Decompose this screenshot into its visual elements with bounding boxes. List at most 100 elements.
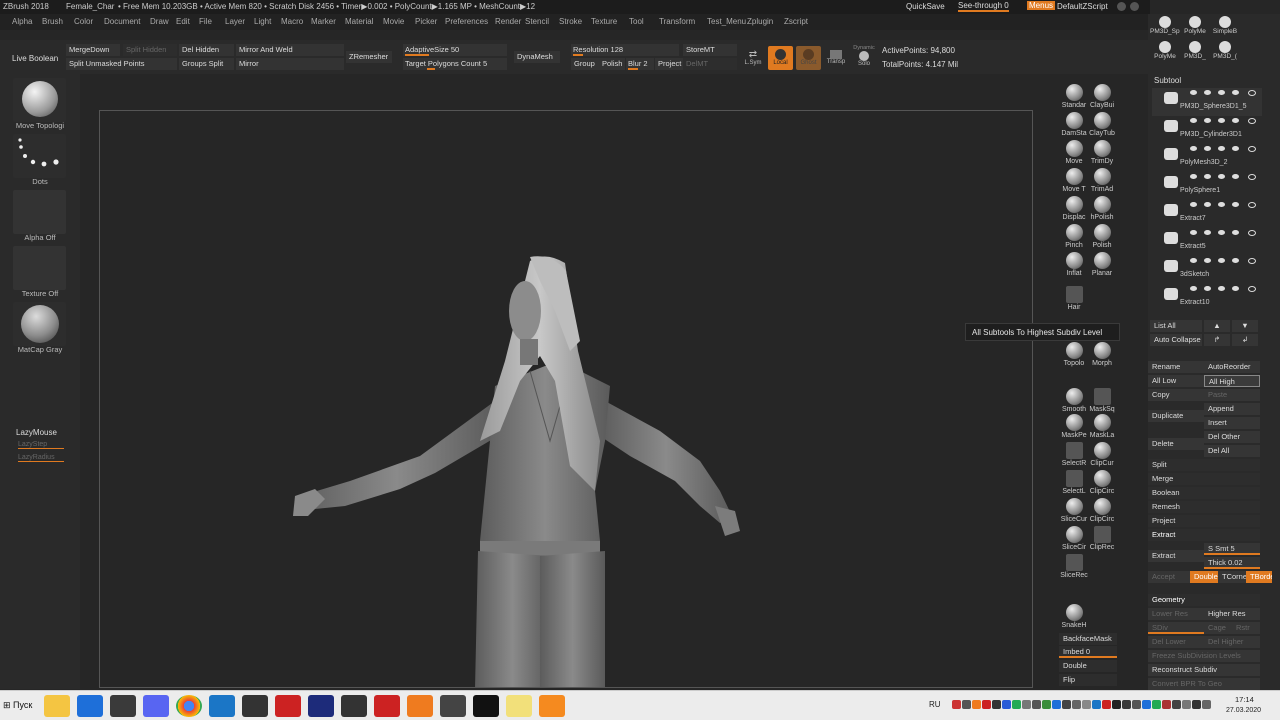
tray-16-icon[interactable] xyxy=(1102,700,1111,709)
transp-button[interactable]: Transp xyxy=(824,50,848,65)
menu-texture[interactable]: Texture xyxy=(591,17,629,26)
clock-date[interactable]: 27.03.2020 xyxy=(1226,707,1261,714)
list-all-button[interactable]: List All xyxy=(1150,320,1202,332)
menu-test-menu[interactable]: Test_Menu xyxy=(707,17,747,26)
geometry-section[interactable]: Geometry xyxy=(1148,594,1260,606)
menus-button[interactable]: Menus xyxy=(1027,1,1056,10)
default-zscript-button[interactable]: DefaultZScript xyxy=(1057,2,1108,11)
menu-zscript[interactable]: Zscript xyxy=(784,17,818,26)
brush-slicecur[interactable]: SliceCur xyxy=(1059,498,1089,523)
mari-icon[interactable] xyxy=(473,695,499,717)
tray-6-icon[interactable] xyxy=(1002,700,1011,709)
brush-clipcirc[interactable]: ClipCirc xyxy=(1087,470,1117,495)
visibility-eye-icon[interactable] xyxy=(1248,146,1256,152)
subtool-item[interactable]: PolySphere1 xyxy=(1152,172,1262,200)
brush-damsta[interactable]: DamSta xyxy=(1059,112,1089,137)
menu-zplugin[interactable]: Zplugin xyxy=(747,17,784,26)
brush-standar[interactable]: Standar xyxy=(1059,84,1089,109)
kali-icon[interactable] xyxy=(110,695,136,717)
project-section[interactable]: Project xyxy=(1148,515,1260,527)
tray-22-icon[interactable] xyxy=(1162,700,1171,709)
rstr-button[interactable]: Rstr xyxy=(1232,622,1260,634)
vlc-icon[interactable] xyxy=(539,695,565,717)
start-button[interactable]: ⊞ Пуск xyxy=(3,700,32,711)
higher-res-button[interactable]: Higher Res xyxy=(1204,608,1260,620)
tray-17-icon[interactable] xyxy=(1112,700,1121,709)
del-lower-button[interactable]: Del Lower xyxy=(1148,636,1204,648)
visibility-eye-icon[interactable] xyxy=(1248,202,1256,208)
brush-masksq[interactable]: MaskSq xyxy=(1087,388,1117,413)
mirror-and-weld-button[interactable]: Mirror And Weld xyxy=(236,44,344,56)
delmt-button[interactable]: DelMT xyxy=(683,58,737,70)
menu-stroke[interactable]: Stroke xyxy=(559,17,591,26)
app-icon[interactable] xyxy=(275,695,301,717)
brush-maskpe[interactable]: MaskPe xyxy=(1059,414,1089,439)
accept-button[interactable]: Accept xyxy=(1148,571,1190,583)
alpha-slot[interactable] xyxy=(13,190,66,234)
tray-14-icon[interactable] xyxy=(1082,700,1091,709)
s-smt-slider[interactable]: S Smt 5 xyxy=(1204,543,1260,555)
delete-button[interactable]: Delete xyxy=(1148,438,1204,450)
subtool-toggle-icon[interactable] xyxy=(1204,258,1211,263)
help-icon[interactable] xyxy=(1117,2,1126,11)
subtool-toggle-icon[interactable] xyxy=(1190,258,1197,263)
boolean-section[interactable]: Boolean xyxy=(1148,487,1260,499)
subtool-toggle-icon[interactable] xyxy=(1190,230,1197,235)
subtool-toggle-icon[interactable] xyxy=(1190,146,1197,151)
convert-bpr-button[interactable]: Convert BPR To Geo xyxy=(1148,678,1260,690)
subtool-toggle-icon[interactable] xyxy=(1204,174,1211,179)
move-up-arrow-icon[interactable]: ▲ xyxy=(1204,320,1230,332)
menu-marker[interactable]: Marker xyxy=(311,17,345,26)
lsym-button[interactable]: ⇄ L.Sym xyxy=(742,50,764,67)
tray-10-icon[interactable] xyxy=(1042,700,1051,709)
append-button[interactable]: Append xyxy=(1204,403,1260,415)
visibility-eye-icon[interactable] xyxy=(1248,286,1256,292)
menu-movie[interactable]: Movie xyxy=(383,17,415,26)
move-down-arrow-icon[interactable]: ▼ xyxy=(1232,320,1258,332)
folder-icon[interactable] xyxy=(44,695,70,717)
tool-thumb-1[interactable]: PolyMe xyxy=(1180,14,1210,38)
copy-button[interactable]: Copy xyxy=(1148,389,1204,401)
menu-transform[interactable]: Transform xyxy=(659,17,707,26)
double-toggle[interactable]: Double xyxy=(1190,571,1218,583)
subtool-toggle-icon[interactable] xyxy=(1232,258,1239,263)
brush-topolo[interactable]: Topolo xyxy=(1059,342,1089,367)
tool-thumb-3[interactable]: PolyMe xyxy=(1150,39,1180,63)
tray-8-icon[interactable] xyxy=(1022,700,1031,709)
menu-document[interactable]: Document xyxy=(104,17,150,26)
zremesher-button[interactable]: ZRemesher xyxy=(346,51,392,63)
menu-render[interactable]: Render xyxy=(495,17,525,26)
tray-24-icon[interactable] xyxy=(1182,700,1191,709)
subtool-toggle-icon[interactable] xyxy=(1204,90,1211,95)
subtool-toggle-icon[interactable] xyxy=(1190,174,1197,179)
menu-tool[interactable]: Tool xyxy=(629,17,659,26)
visibility-eye-icon[interactable] xyxy=(1248,118,1256,124)
project-toggle[interactable]: Project xyxy=(655,58,683,70)
tray-19-icon[interactable] xyxy=(1132,700,1141,709)
brush-smooth[interactable]: Smooth xyxy=(1059,388,1089,413)
del-higher-button[interactable]: Del Higher xyxy=(1204,636,1260,648)
target-polygons-slider[interactable]: Target Polygons Count 5 xyxy=(403,58,507,70)
menu-file[interactable]: File xyxy=(199,17,225,26)
brush-hair[interactable]: Hair xyxy=(1059,286,1089,311)
see-through-slider[interactable]: See-through 0 xyxy=(958,1,1009,12)
menu-picker[interactable]: Picker xyxy=(415,17,445,26)
subtool-item[interactable]: Extract7 xyxy=(1152,200,1262,228)
menu-edit[interactable]: Edit xyxy=(176,17,199,26)
zbrush-icon[interactable] xyxy=(341,695,367,717)
subtool-toggle-icon[interactable] xyxy=(1218,202,1225,207)
marvelous-icon[interactable] xyxy=(440,695,466,717)
folder2-icon[interactable] xyxy=(506,695,532,717)
menu-preferences[interactable]: Preferences xyxy=(445,17,495,26)
subtool-toggle-icon[interactable] xyxy=(1204,230,1211,235)
tray-11-icon[interactable] xyxy=(1052,700,1061,709)
brush-trimdy[interactable]: TrimDy xyxy=(1087,140,1117,165)
subtool-item[interactable]: Extract5 xyxy=(1152,228,1262,256)
subtool-item[interactable]: PM3D_Cylinder3D1 xyxy=(1152,116,1262,144)
menu-macro[interactable]: Macro xyxy=(281,17,311,26)
tray-20-icon[interactable] xyxy=(1142,700,1151,709)
document-canvas[interactable] xyxy=(99,110,1033,688)
lazyradius-slider[interactable]: LazyRadius xyxy=(18,454,64,462)
ghost-button[interactable]: Ghost xyxy=(796,46,821,70)
del-other-button[interactable]: Del Other xyxy=(1204,431,1260,443)
